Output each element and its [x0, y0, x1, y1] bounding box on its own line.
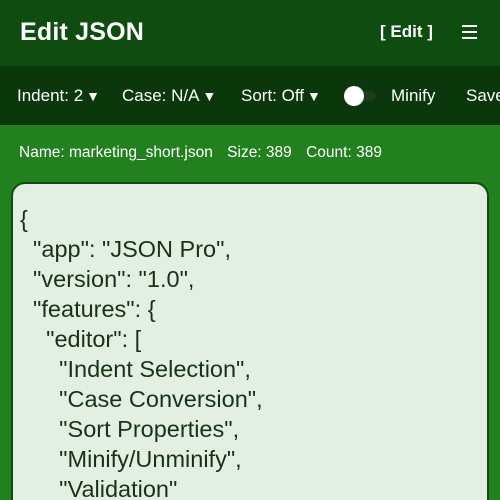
- sort-dropdown[interactable]: Sort: Off ▼: [241, 86, 321, 106]
- file-size: Size: 389: [227, 144, 292, 161]
- code-line: "version": "1.0",: [20, 266, 195, 292]
- sort-label: Sort: Off: [241, 86, 304, 105]
- file-info: Name: marketing_short.json Size: 389 Cou…: [19, 144, 392, 162]
- code-line: "Sort Properties",: [20, 416, 240, 442]
- code-line: "features": {: [20, 296, 156, 322]
- code-line: "editor": [: [20, 326, 142, 352]
- minify-label: Minify: [391, 86, 436, 105]
- code-line: {: [20, 206, 28, 232]
- code-line: "Case Conversion",: [20, 386, 263, 412]
- file-count: Count: 389: [306, 144, 382, 161]
- toolbar: Indent: 2 ▼ Case: N/A ▼ Sort: Off ▼ Minify …: [0, 66, 500, 125]
- indent-dropdown[interactable]: Indent: 2 ▼: [17, 86, 100, 106]
- chevron-down-icon: ▼: [307, 88, 321, 104]
- case-label: Case: N/A: [122, 86, 200, 105]
- file-name: Name: marketing_short.json: [19, 144, 213, 161]
- indent-label: Indent: 2: [17, 86, 84, 105]
- page-title: Edit JSON: [20, 18, 145, 46]
- code-line: "Minify/Unminify",: [20, 446, 242, 472]
- code-line: "Indent Selection",: [20, 356, 251, 382]
- chevron-down-icon: ▼: [202, 88, 217, 104]
- chevron-down-icon: ▼: [86, 88, 101, 104]
- code-line: "app": "JSON Pro",: [20, 236, 231, 262]
- save-button[interactable]: Save: [466, 86, 500, 106]
- json-editor[interactable]: { "app": "JSON Pro", "version": "1.0", "…: [11, 182, 489, 500]
- minify-toggle[interactable]: [344, 86, 376, 106]
- app-bar: Edit JSON [ Edit ]: [0, 0, 500, 66]
- edit-button[interactable]: [ Edit ]: [380, 22, 433, 42]
- code-text[interactable]: { "app": "JSON Pro", "version": "1.0", "…: [20, 204, 263, 500]
- code-line: "Validation": [20, 476, 178, 500]
- hamburger-menu-icon[interactable]: [462, 25, 477, 39]
- case-dropdown[interactable]: Case: N/A ▼: [122, 86, 216, 106]
- toggle-knob: [344, 86, 364, 106]
